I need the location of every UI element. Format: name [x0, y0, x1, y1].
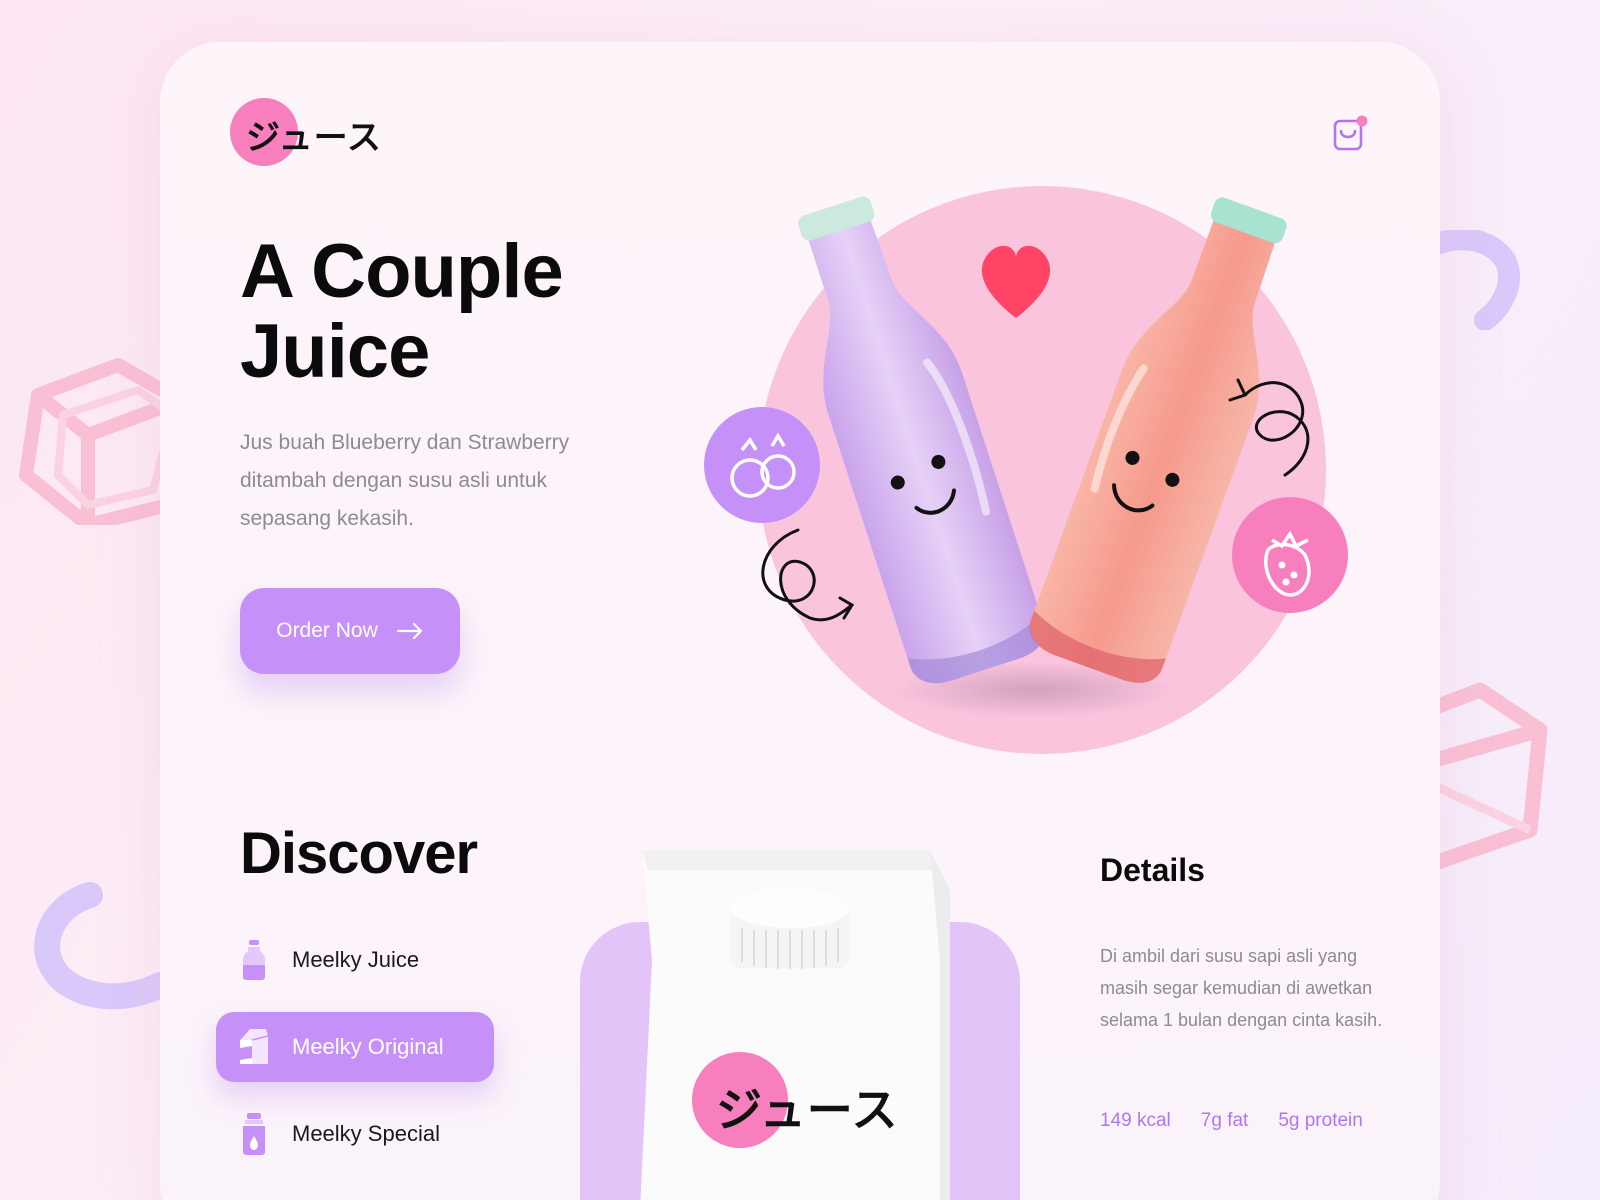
strawberry-badge	[1232, 497, 1348, 613]
discover-title: Discover	[240, 821, 478, 886]
product-item-label: Meelky Original	[292, 1034, 444, 1059]
stat-protein: 5g protein	[1278, 1110, 1363, 1131]
carton-logo: ジュース	[692, 1052, 912, 1148]
logo-text: ジュース	[246, 118, 382, 158]
hero-title: A Couple Juice	[240, 229, 564, 394]
blueberry-badge	[704, 407, 820, 523]
order-now-button[interactable]: Order Now	[240, 588, 460, 674]
order-now-label: Order Now	[276, 619, 378, 642]
shopping-bag-icon[interactable]	[1330, 113, 1370, 153]
carton-logo-text: ジュース	[716, 1083, 899, 1137]
juice-bottles-illustration	[704, 186, 1348, 754]
stat-fat: 7g fat	[1200, 1110, 1249, 1131]
product-item-label: Meelky Juice	[292, 947, 420, 972]
nutrition-stats: 149 kcal 7g fat 5g protein	[1100, 1110, 1363, 1132]
product-item-meelky-juice[interactable]: Meelky Juice	[216, 925, 494, 995]
product-item-meelky-original[interactable]: Meelky Original	[216, 1012, 494, 1082]
decorative-arc-left	[34, 882, 173, 1010]
details-description: Di ambil dari susu sapi asli yang masih …	[1100, 946, 1383, 1030]
arrow-right-icon	[396, 622, 422, 640]
bottle-icon	[234, 937, 274, 983]
hero-title-line1: A Couple	[240, 229, 564, 314]
brand-logo[interactable]: ジュース	[230, 98, 430, 168]
product-item-label: Meelky Special	[292, 1121, 440, 1146]
product-item-meelky-special[interactable]: Meelky Special	[216, 1099, 494, 1169]
details-title: Details	[1100, 852, 1205, 888]
stat-calories: 149 kcal	[1100, 1110, 1171, 1131]
hero-title-line2: Juice	[240, 309, 430, 394]
milk-drop-bottle-icon	[234, 1111, 274, 1157]
hero-description: Jus buah Blueberry dan Strawberry ditamb…	[240, 431, 570, 530]
milk-carton-icon	[234, 1024, 274, 1070]
